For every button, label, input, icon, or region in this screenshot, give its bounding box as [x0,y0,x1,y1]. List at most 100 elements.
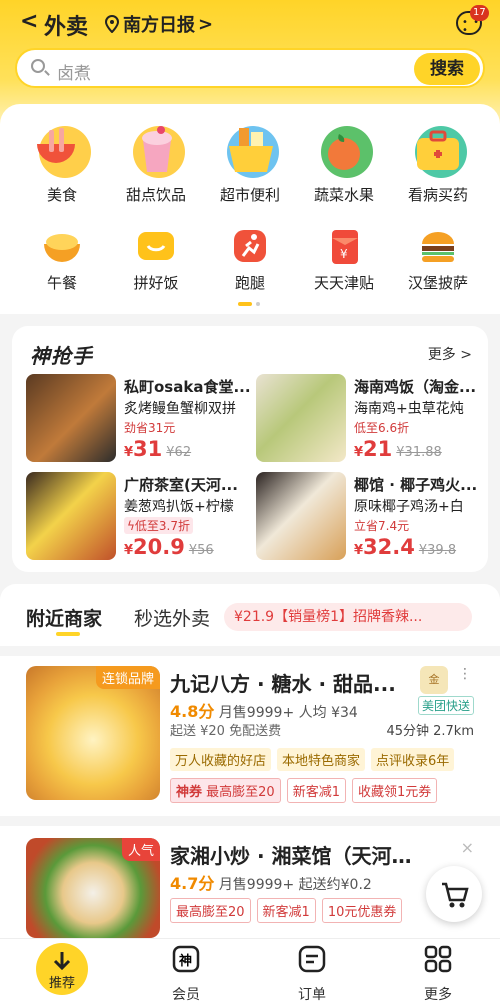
tab-nearby[interactable]: 附近商家 [26,604,102,631]
nav-recommend[interactable]: 推荐 [36,943,88,995]
shop-stats: 4.8分 月售9999+ 人均 ¥34 [170,698,358,722]
category-food[interactable]: 美食 [14,122,110,205]
deal-price: ¥21 ¥31.88 [354,437,442,461]
deal-saving: 劲省31元 [124,421,176,435]
category-medicine[interactable]: 看病买药 [390,122,486,205]
deal-saving: 立省7.4元 [354,519,410,533]
nav-label: 订单 [298,987,326,1003]
deal-price-value: 32.4 [363,535,415,559]
shop-tag: 万人收藏的好店 [170,748,272,771]
category-label: 拼好饭 [133,274,179,292]
dessert-cup-icon [133,126,185,178]
shop-image: 人气 [26,838,160,938]
shop-tag: 点评收录6年 [371,748,455,771]
deal-price-value: 21 [363,437,393,461]
grid-icon [424,945,452,973]
coupon-label: 最高膨至20 [206,785,275,800]
shop-tag: 本地特色商家 [277,748,366,771]
shop-min-order: 起送 ¥20 [170,724,225,739]
tab-seconds[interactable]: 秒选外卖 [134,604,210,631]
meituan-express-badge: 美团快送 [417,696,474,715]
fruit-icon [321,126,373,178]
category-supermarket[interactable]: 超市便利 [202,122,298,205]
shop-coupons: 神券 最高膨至20 新客减1 收藏领1元券 [170,778,438,803]
shop-delivery: 起送 ¥20 免配送费 [170,720,281,739]
deal-item[interactable]: 海南鸡饭（淘金... 海南鸡+虫草花炖 低至6.6折 ¥21 ¥31.88 [256,374,486,464]
shop-rating: 4.7分 [170,874,215,893]
divider [0,646,500,656]
coupon-tag: 10元优惠券 [321,898,403,923]
food-bowl-icon [37,126,91,178]
deal-item[interactable]: 广府茶室(天河... 姜葱鸡扒饭+柠檬 ϟ低至3.7折 ¥20.9 ¥56 [26,472,256,562]
more-link[interactable]: 更多 > [428,344,472,364]
deal-item[interactable]: 私町osaka食堂... 炙烤鳗鱼蟹柳双拼 劲省31元 ¥31 ¥62 [26,374,256,464]
category-dessert-drinks[interactable]: 甜点饮品 [108,122,204,205]
category-burger-pizza[interactable]: 汉堡披萨 [390,226,486,293]
svg-text:神: 神 [179,953,192,969]
shop-card[interactable]: 人气 家湘小炒 · 湘菜馆（天河店） × 4.7分 月售9999+ 起送约¥0.… [0,838,500,938]
category-label: 甜点饮品 [125,186,186,204]
more-options-icon[interactable]: ⋮ [458,666,472,682]
deal-orig-price: ¥62 [166,445,192,460]
message-badge: 17 [470,5,489,21]
category-errand[interactable]: 跑腿 [202,226,298,293]
search-input[interactable]: 卤煮 [57,59,91,84]
nav-orders[interactable]: 订单 [272,944,352,1003]
chevron-right-icon: > [198,13,214,35]
flash-deals-card: 神抢手 更多 > 私町osaka食堂... 炙烤鳗鱼蟹柳双拼 劲省31元 ¥31… [12,326,488,572]
location-selector[interactable]: 南方日报 > [104,11,213,37]
medical-kit-icon [415,126,467,178]
category-label: 汉堡披萨 [407,274,468,292]
group-meal-icon [138,232,174,260]
deal-shop-name: 广府茶室(天河... [124,476,238,494]
shop-card[interactable]: 连锁品牌 九记八方 · 糖水 · 甜品... 金 ⋮ 美团快送 4.8分 月售9… [0,666,500,806]
search-bar[interactable]: 卤煮 搜索 [15,48,485,88]
deal-desc: 姜葱鸡扒饭+柠檬 [124,499,234,515]
svg-text:¥: ¥ [340,247,348,261]
cart-button[interactable] [426,866,482,922]
red-envelope-icon: ¥ [332,230,358,264]
orders-icon [298,945,326,973]
close-icon[interactable]: × [461,838,474,857]
page-title: 外卖 [44,15,89,40]
deal-saving: 低至6.6折 [354,421,410,435]
shop-fee: 免配送费 [229,724,282,739]
location-pin-icon [104,15,120,33]
shop-distance: 2.7km [433,724,474,739]
back-button[interactable]: < [20,9,38,34]
shop-eta: 45分钟 2.7km [386,720,474,739]
cart-icon [442,882,469,908]
category-vegetables-fruit[interactable]: 蔬菜水果 [296,122,392,205]
deal-price-value: 31 [133,437,163,461]
category-label: 看病买药 [407,186,468,204]
shop-time: 45分钟 [386,724,429,739]
coupon-tag: 新客减1 [286,778,346,803]
shop-sales: 月售9999+ [218,877,295,893]
category-lunch[interactable]: 午餐 [14,226,110,293]
deal-image [256,374,346,462]
deal-desc: 原味椰子鸡汤+白 [354,499,464,515]
deal-shop-name: 海南鸡饭（淘金... [354,378,477,396]
deal-orig-price: ¥56 [188,543,214,558]
nav-member[interactable]: 神 会员 [146,944,226,1003]
coupon-tag: 神券 最高膨至20 [170,778,281,803]
shop-rating: 4.8分 [170,702,215,721]
category-daily-subsidy[interactable]: ¥ 天天津贴 [296,226,392,293]
location-label: 南方日报 [123,15,195,36]
shop-ribbon: 连锁品牌 [95,666,160,689]
deal-item[interactable]: 椰馆 · 椰子鸡火... 原味椰子鸡汤+白 立省7.4元 ¥32.4 ¥39.8 [256,472,486,562]
shop-name: 九记八方 · 糖水 · 甜品... [170,672,396,696]
nav-more[interactable]: 更多 [398,944,478,1003]
search-button[interactable]: 搜索 [414,53,480,85]
tab-promo[interactable]: ¥21.9【销量榜1】招牌香辣... [224,603,472,631]
deal-shop-name: 私町osaka食堂... [124,378,251,396]
category-label: 超市便利 [219,186,280,204]
deal-price: ¥32.4 ¥39.8 [354,535,457,559]
coupon-brand: 神券 [176,785,203,800]
category-label: 午餐 [46,274,77,292]
nav-label: 推荐 [48,976,75,991]
tab-indicator [56,632,80,636]
category-group-meal[interactable]: 拼好饭 [108,226,204,293]
deal-image [256,472,346,560]
deal-desc: 炙烤鳗鱼蟹柳双拼 [124,401,236,417]
